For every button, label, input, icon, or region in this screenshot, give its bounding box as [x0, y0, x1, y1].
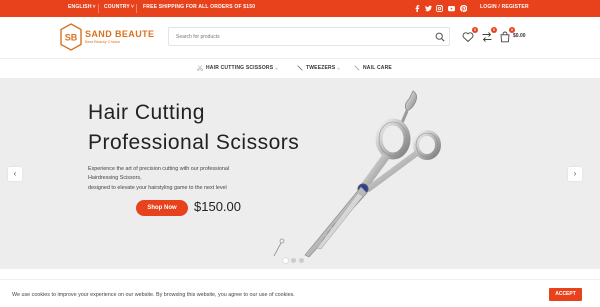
hero-title-line2: Professional Scissors — [88, 131, 300, 154]
twitter-icon[interactable] — [425, 3, 432, 13]
cart-total[interactable]: $0.00 — [513, 33, 526, 39]
nav-label: HAIR CUTTING SCISSORS — [206, 65, 274, 71]
hero-description-line3: designed to elevate your hairstyling gam… — [88, 185, 227, 191]
cookie-notice: We use cookies to improve your experienc… — [0, 279, 600, 307]
tweezers-icon — [297, 65, 303, 71]
main-nav: HAIR CUTTING SCISSORS ˅ TWEEZERS ˅ NAIL … — [0, 58, 600, 78]
shopping-bag-icon — [500, 31, 510, 43]
chevron-down-icon: ˅ — [92, 4, 96, 10]
slider-prev-button[interactable]: ‹ — [8, 167, 22, 181]
country-label: COUNTRY — [104, 4, 130, 10]
nail-file-icon — [354, 65, 360, 71]
pinterest-icon[interactable] — [460, 3, 467, 13]
divider — [98, 4, 99, 13]
hero-price: $150.00 — [194, 199, 241, 214]
nav-item-nail-care[interactable]: NAIL CARE — [354, 65, 392, 71]
nav-label: TWEEZERS — [306, 65, 336, 71]
heart-icon — [462, 32, 474, 43]
compare-arrows-icon — [482, 32, 492, 42]
wishlist-count: 0 — [472, 27, 478, 33]
nav-item-tweezers[interactable]: TWEEZERS ˅ — [297, 65, 340, 71]
slider-dots — [283, 258, 304, 263]
facebook-icon[interactable] — [414, 3, 421, 13]
thumbnail-scissors-image — [273, 238, 285, 257]
scissors-icon — [197, 65, 203, 71]
cookie-text: We use cookies to improve your experienc… — [12, 292, 295, 298]
header: SB SAND BEAUTE Best Beauty Choice 0 0 0 … — [0, 17, 600, 58]
scissors-product-image — [304, 90, 441, 258]
country-selector[interactable]: COUNTRY˅ — [104, 4, 134, 10]
top-bar: ENGLISH˅ COUNTRY˅ FREE SHIPPING FOR ALL … — [0, 0, 600, 17]
slider-next-button[interactable]: › — [568, 167, 582, 181]
instagram-icon[interactable] — [436, 3, 443, 13]
logo-mark: SB — [60, 23, 82, 51]
logo-tagline: Best Beauty Choice — [85, 39, 121, 44]
wishlist-button[interactable]: 0 — [462, 27, 478, 43]
shop-now-button[interactable]: Shop Now — [136, 200, 188, 216]
hero-title-line1: Hair Cutting — [88, 101, 205, 124]
promo-text: FREE SHIPPING FOR ALL ORDERS OF $150 — [143, 4, 256, 10]
youtube-icon[interactable] — [448, 3, 455, 13]
slider-dot[interactable] — [299, 258, 304, 263]
language-label: ENGLISH — [68, 4, 92, 10]
hero-description-line1: Experience the art of precision cutting … — [88, 166, 230, 172]
logo-mark-text: SB — [65, 33, 78, 43]
slider-dot[interactable] — [291, 258, 296, 263]
logo-name: SAND BEAUTE — [85, 29, 155, 39]
logo[interactable]: SB SAND BEAUTE Best Beauty Choice — [60, 23, 180, 53]
search-input[interactable] — [169, 28, 429, 45]
login-register-link[interactable]: LOGIN / REGISTER — [480, 4, 529, 10]
chevron-down-icon: ˅ — [337, 65, 340, 71]
search-icon[interactable] — [435, 32, 445, 42]
compare-count: 0 — [491, 27, 497, 33]
hero-description-line2: Hairdressing Scissors, — [88, 175, 142, 181]
slider-dot[interactable] — [283, 258, 288, 263]
nav-label: NAIL CARE — [363, 65, 392, 71]
chevron-down-icon: ˅ — [275, 65, 278, 71]
divider — [136, 4, 137, 13]
language-selector[interactable]: ENGLISH˅ — [68, 4, 96, 10]
nav-item-hair-cutting-scissors[interactable]: HAIR CUTTING SCISSORS ˅ — [197, 65, 278, 71]
accept-cookies-button[interactable]: ACCEPT — [549, 288, 582, 301]
search-box — [168, 27, 450, 46]
compare-button[interactable]: 0 — [481, 27, 497, 42]
chevron-down-icon: ˅ — [130, 4, 135, 10]
hero-slider: ‹ › Hair Cutting Professional Scissors E… — [0, 78, 600, 269]
cart-button[interactable]: 0 — [499, 27, 515, 43]
